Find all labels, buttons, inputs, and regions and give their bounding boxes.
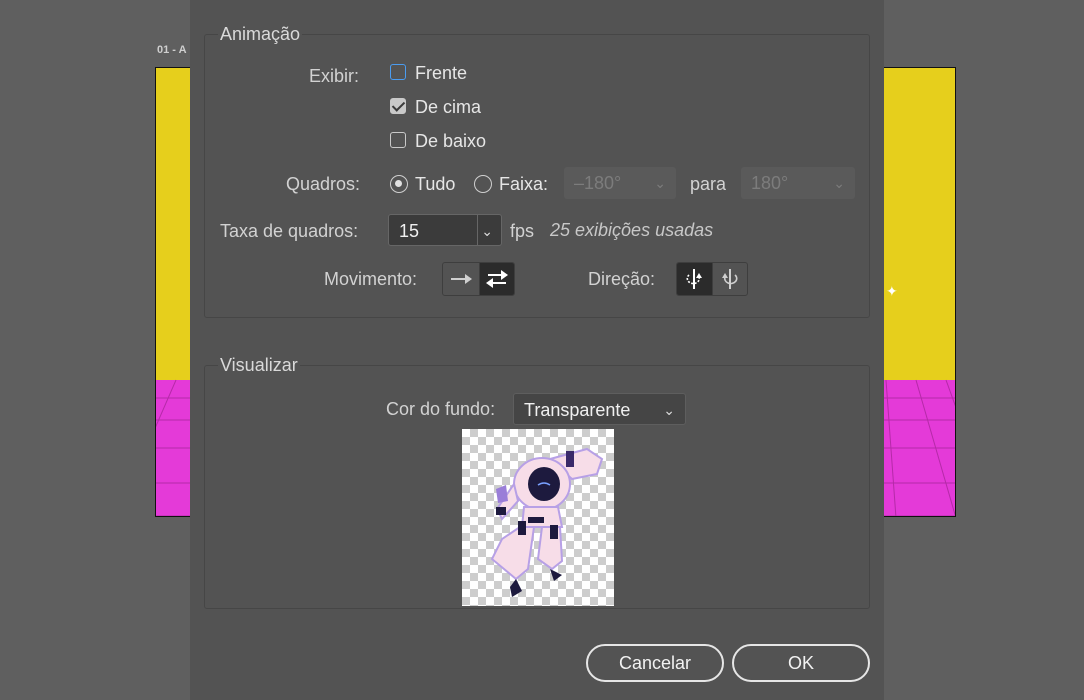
- document-tab-label: 01 - A: [157, 44, 187, 56]
- preview-canvas: [462, 429, 614, 606]
- ok-button[interactable]: OK: [732, 644, 870, 682]
- front-checkbox-box[interactable]: [390, 64, 406, 80]
- arrow-right-icon[interactable]: [443, 263, 479, 295]
- frames-all-label[interactable]: Tudo: [415, 174, 455, 195]
- chevron-down-icon: ⌄: [833, 175, 845, 191]
- bg-color-label: Cor do fundo:: [386, 399, 496, 419]
- bg-color-select[interactable]: Transparente ⌄: [513, 393, 686, 425]
- range-from-value: –180°: [574, 173, 622, 193]
- fps-label: fps: [510, 221, 535, 241]
- views-used-text: 25 exibições usadas: [550, 220, 714, 240]
- frame-rate-value[interactable]: 15: [399, 221, 419, 241]
- motion-segmented-control[interactable]: [442, 262, 515, 296]
- animation-dialog: Animação Exibir: Frente De cima De baixo…: [190, 0, 884, 700]
- animation-group-title: Animação: [218, 24, 303, 45]
- direction-segmented-control[interactable]: [676, 262, 748, 296]
- show-label: Exibir:: [309, 66, 360, 86]
- rotate-ccw-icon[interactable]: [677, 263, 712, 295]
- range-from-select[interactable]: –180° ⌄: [564, 167, 676, 199]
- frames-range-label[interactable]: Faixa:: [499, 174, 548, 195]
- frame-rate-combobox[interactable]: 15 ⌄: [388, 214, 502, 246]
- chevron-down-icon: ⌄: [663, 402, 675, 418]
- top-checkbox-label[interactable]: De cima: [415, 97, 481, 118]
- rotate-cw-icon[interactable]: [711, 263, 747, 295]
- robot-figure-image: [490, 447, 604, 597]
- motion-label: Movimento:: [324, 269, 418, 289]
- range-to-label: para: [690, 174, 727, 194]
- cancel-button[interactable]: Cancelar: [586, 644, 724, 682]
- frames-range-radio[interactable]: [474, 175, 492, 193]
- swap-arrows-icon[interactable]: [478, 263, 514, 295]
- range-to-value: 180°: [751, 173, 789, 193]
- chevron-down-icon[interactable]: ⌄: [481, 215, 493, 247]
- preview-group-title: Visualizar: [218, 355, 300, 376]
- front-checkbox-label[interactable]: Frente: [415, 63, 467, 84]
- frame-rate-label: Taxa de quadros:: [220, 221, 359, 241]
- sparkle-icon: ✦: [886, 283, 898, 299]
- top-checkbox-box[interactable]: [390, 98, 406, 114]
- bg-color-value: Transparente: [524, 400, 631, 420]
- range-to-select[interactable]: 180° ⌄: [741, 167, 855, 199]
- frames-all-radio[interactable]: [390, 175, 408, 193]
- frames-label: Quadros:: [286, 174, 361, 194]
- combobox-divider: [477, 215, 478, 245]
- bottom-checkbox-box[interactable]: [390, 132, 406, 148]
- bottom-checkbox-label[interactable]: De baixo: [415, 131, 486, 152]
- chevron-down-icon: ⌄: [654, 175, 666, 191]
- direction-label: Direção:: [588, 269, 656, 289]
